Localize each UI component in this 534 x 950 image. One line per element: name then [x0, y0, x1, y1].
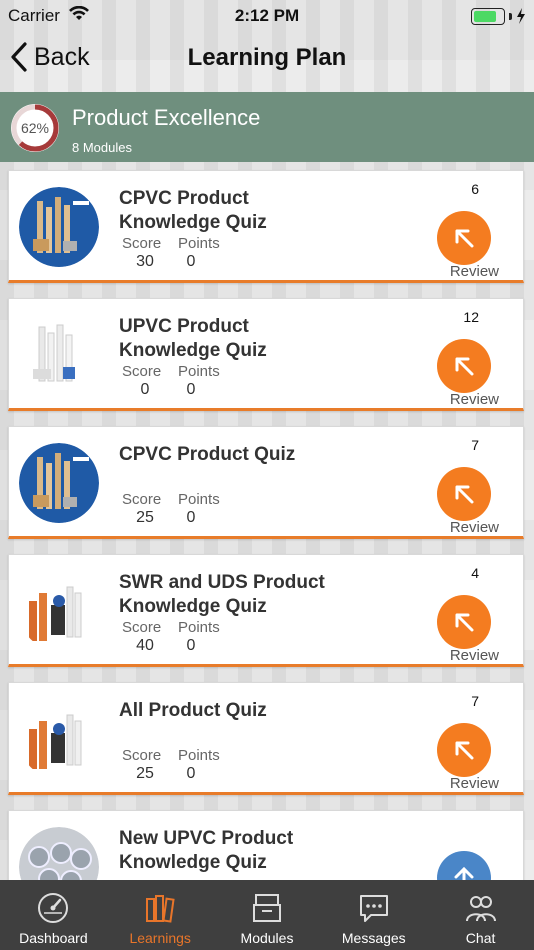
tab-dashboard[interactable]: Dashboard [0, 880, 107, 950]
back-button[interactable]: Back [10, 42, 90, 72]
review-label: Review [449, 519, 499, 536]
module-card[interactable]: CPVC Product Quiz Score Points 25 0 7 Revi… [8, 426, 524, 539]
review-button[interactable] [437, 467, 491, 521]
speedometer-icon [35, 890, 71, 926]
score-value: 25 [136, 509, 154, 526]
tab-label: Chat [465, 930, 496, 946]
arrow-up-left-icon [455, 485, 474, 504]
plan-header: 62% Product Excellence 8 Modules [0, 92, 534, 162]
plan-title: Product Excellence [72, 105, 261, 130]
question-count: 7 [471, 437, 479, 453]
arrow-up-left-icon [455, 357, 474, 376]
review-label: Review [449, 391, 499, 408]
tab-label: Dashboard [19, 930, 88, 946]
points-value: 0 [186, 253, 196, 270]
arrow-up-left-icon [455, 229, 474, 248]
module-thumbnail [19, 187, 99, 267]
module-title: All Product Quiz [119, 700, 267, 721]
module-stats: Score Points 40 0 [122, 619, 220, 654]
arrow-up-left-icon [455, 741, 474, 760]
points-value: 0 [186, 637, 196, 654]
progress-percent: 62% [20, 120, 50, 136]
review-button[interactable] [437, 723, 491, 777]
status-bar: Carrier 2:12 PM [0, 0, 534, 32]
plan-module-count: 8 Modules [72, 140, 132, 155]
score-value: 25 [136, 765, 154, 782]
points-value: 0 [186, 381, 196, 398]
wifi-icon [68, 5, 90, 27]
module-title: SWR and UDS Product Knowledge Quiz [119, 572, 325, 617]
module-title: New UPVC Product Knowledge Quiz [119, 828, 294, 873]
review-button[interactable] [437, 211, 491, 265]
score-value: 0 [140, 381, 150, 398]
module-card[interactable]: CPVC Product Knowledge Quiz Score Points 3… [8, 170, 524, 283]
tab-chat[interactable]: Chat [427, 880, 534, 950]
review-label: Review [449, 647, 499, 664]
review-button[interactable] [437, 339, 491, 393]
chevron-left-icon [11, 42, 27, 72]
points-value: 0 [186, 765, 196, 782]
tab-learnings[interactable]: Learnings [107, 880, 214, 950]
binders-icon [142, 890, 178, 926]
module-card[interactable]: UPVC Product Knowledge Quiz Score Points 0… [8, 298, 524, 411]
module-thumbnail [19, 571, 99, 651]
module-stats: Score Points 30 0 [122, 235, 220, 270]
charging-bolt-icon [517, 8, 525, 24]
battery-icon [471, 7, 526, 25]
arrow-up-left-icon [455, 613, 474, 632]
module-card[interactable]: SWR and UDS Product Knowledge Quiz Score P… [8, 554, 524, 667]
review-button[interactable] [437, 595, 491, 649]
module-title: CPVC Product Quiz [119, 444, 296, 465]
tab-messages[interactable]: Messages [320, 880, 427, 950]
points-value: 0 [186, 509, 196, 526]
module-stats: Score Points 25 0 [122, 491, 220, 526]
question-count: 12 [463, 309, 479, 325]
score-value: 30 [136, 253, 154, 270]
question-count: 6 [471, 181, 479, 197]
people-icon [463, 890, 499, 926]
module-card[interactable]: All Product Quiz Score Points 25 0 7 Revie… [8, 682, 524, 795]
tab-label: Messages [341, 930, 406, 946]
archive-icon [249, 890, 285, 926]
tab-bar: Dashboard Learnings Modules Messages Cha… [0, 880, 534, 950]
tab-modules[interactable]: Modules [214, 880, 321, 950]
tab-label: Learnings [129, 930, 191, 946]
module-stats: Score Points 00 [122, 363, 220, 398]
carrier-label: Carrier [8, 6, 60, 25]
score-value: 40 [136, 637, 154, 654]
module-thumbnail [19, 443, 99, 523]
review-label: Review [449, 775, 499, 792]
module-title: CPVC Product Knowledge Quiz [119, 188, 267, 233]
review-label: Review [449, 263, 499, 280]
module-thumbnail [19, 315, 99, 395]
question-count: 4 [471, 565, 479, 581]
module-title: UPVC Product Knowledge Quiz [119, 316, 267, 361]
module-thumbnail [19, 699, 99, 779]
tab-label: Modules [240, 930, 294, 946]
chat-bubble-icon [356, 890, 392, 926]
question-count: 7 [471, 693, 479, 709]
back-label: Back [34, 42, 90, 71]
navigation-bar: Back Learning Plan [0, 32, 534, 90]
module-stats: Score Points 25 0 [122, 747, 220, 782]
